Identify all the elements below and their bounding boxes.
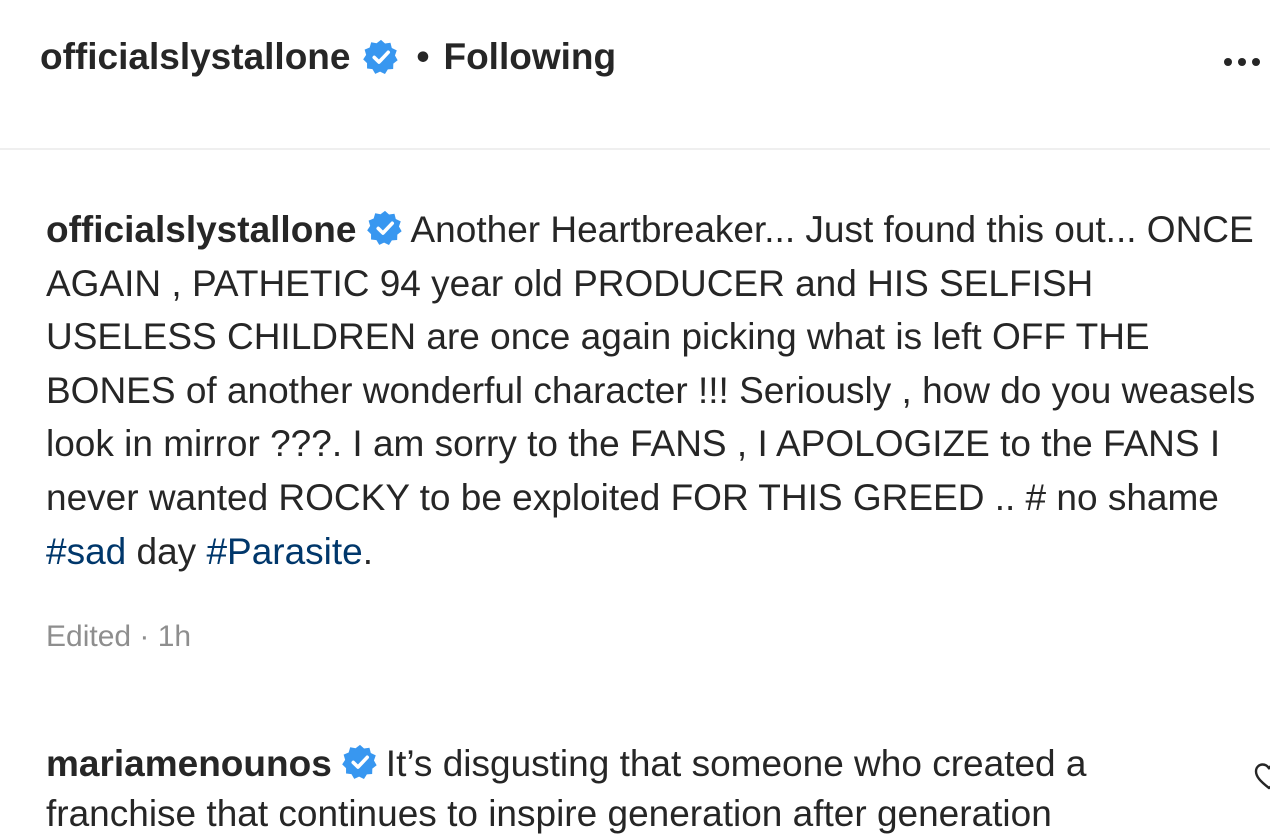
hashtag-parasite-link[interactable]: #Parasite [206, 531, 362, 572]
header-username-link[interactable]: officialslystallone [40, 36, 351, 78]
heart-icon[interactable] [1254, 762, 1270, 790]
more-options-icon[interactable] [1224, 52, 1270, 72]
separator-dot: • [416, 36, 430, 77]
verified-badge-icon [362, 39, 399, 75]
post-caption: officialslystallone Another Heartbreaker… [46, 203, 1256, 578]
comment-username-link[interactable]: mariamenounos [46, 743, 332, 784]
hashtag-sad-link[interactable]: #sad [46, 531, 126, 572]
verified-badge-icon [341, 744, 378, 780]
verified-badge-icon [366, 210, 403, 246]
post-header: officialslystallone • Following [0, 0, 1270, 150]
caption-meta-timestamp: Edited · 1h [46, 620, 192, 653]
comment-item: mariamenounos It’s disgusting that someo… [46, 739, 1236, 839]
caption-text-mid: day [126, 530, 207, 572]
caption-username-link[interactable]: officialslystallone [46, 209, 357, 250]
following-button[interactable]: Following [443, 36, 616, 78]
header-user-row: officialslystallone • Following [40, 36, 616, 78]
caption-text-end: . [362, 530, 374, 572]
caption-text: Another Heartbreaker... Just found this … [46, 209, 1256, 518]
